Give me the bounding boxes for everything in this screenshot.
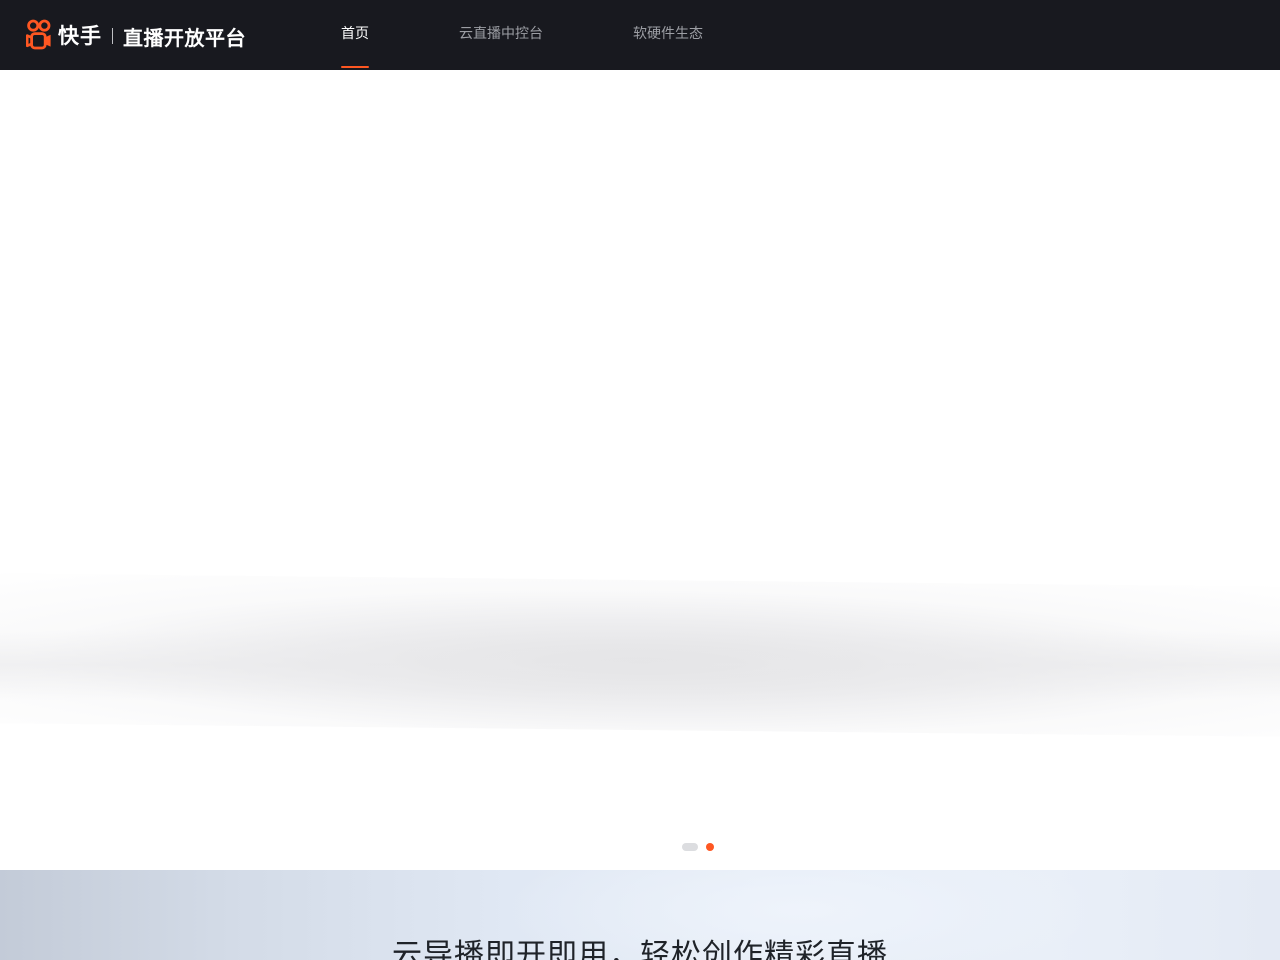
carousel-indicators (682, 843, 714, 851)
brand-subtitle: 直播开放平台 (123, 25, 246, 50)
nav-item-home[interactable]: 首页 (341, 24, 369, 68)
hero-carousel (0, 70, 1280, 870)
carousel-dot-2[interactable] (706, 843, 714, 851)
nav-item-label: 软硬件生态 (633, 26, 703, 42)
kuaishou-logo-icon (26, 19, 51, 50)
hero-background-shape (0, 630, 1280, 700)
brand-name: 快手 (58, 24, 102, 48)
brand-logo-link[interactable]: 快手 直播开放平台 (26, 19, 246, 51)
brand-divider (112, 28, 113, 44)
feature-section: 云导播即开即用，轻松创作精彩直播 (0, 870, 1280, 960)
nav-item-cloud-console[interactable]: 云直播中控台 (459, 24, 543, 44)
nav-item-label: 云直播中控台 (459, 26, 543, 42)
nav-item-label: 首页 (341, 26, 369, 42)
nav-item-ecosystem[interactable]: 软硬件生态 (633, 24, 703, 44)
nav-active-indicator (341, 66, 369, 68)
feature-title: 云导播即开即用，轻松创作精彩直播 (392, 938, 888, 960)
top-header: 快手 直播开放平台 首页 云直播中控台 软硬件生态 (0, 0, 1280, 70)
carousel-dot-1[interactable] (682, 843, 698, 851)
